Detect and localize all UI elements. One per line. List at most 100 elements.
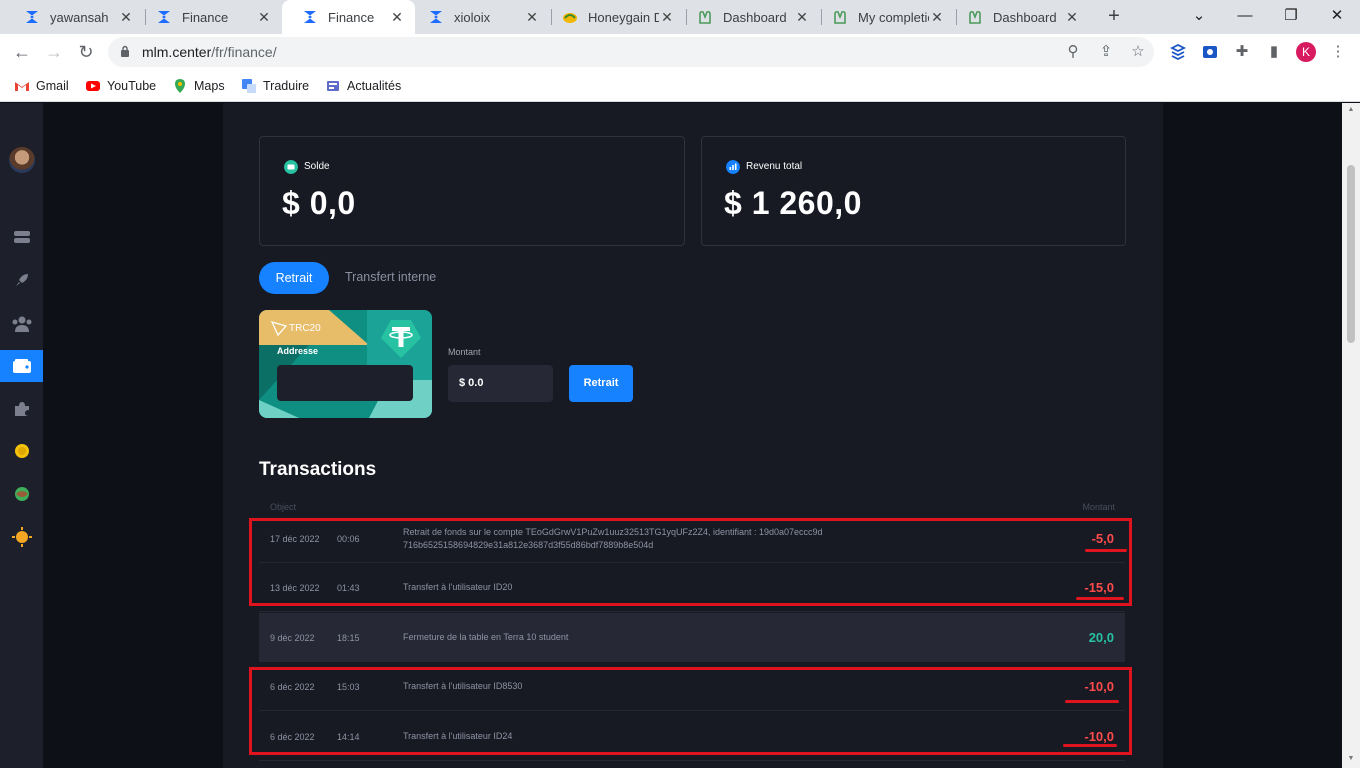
minimize-button[interactable]: —: [1222, 0, 1268, 34]
dashboard-icon: [13, 231, 30, 243]
globe-icon: [14, 487, 29, 501]
tether-icon: [381, 320, 421, 358]
zoom-icon[interactable]: ⚲: [1063, 42, 1083, 62]
profile-avatar[interactable]: K: [1296, 42, 1316, 62]
close-icon[interactable]: ✕: [794, 9, 810, 26]
balance-label: Solde: [304, 161, 330, 172]
browser-tab[interactable]: Honeygain D ✕: [542, 0, 685, 34]
reload-icon[interactable]: ↻: [74, 40, 98, 64]
close-icon[interactable]: ✕: [118, 9, 134, 26]
honeygain-icon: [563, 13, 577, 23]
tab-transfert-interne[interactable]: Transfert interne: [345, 270, 436, 284]
sidebar-item-globe[interactable]: [0, 478, 43, 510]
xiolo-x-icon: [26, 11, 38, 23]
sidebar-item-tools[interactable]: [0, 393, 43, 425]
gmail-icon: [15, 82, 29, 91]
bookmarks-bar: Gmail YouTube Maps Traduire Actualités: [0, 70, 1360, 102]
transactions-title: Transactions: [259, 459, 377, 480]
bookmark-youtube[interactable]: YouTube: [85, 77, 156, 95]
chart-badge-icon: [726, 160, 740, 174]
tron-icon: [271, 321, 287, 336]
total-revenue-value: $ 1 260,0: [724, 185, 862, 221]
extension-stack-icon[interactable]: [1168, 42, 1188, 62]
avatar[interactable]: [9, 147, 35, 173]
annotation-box: [249, 518, 1132, 606]
sidebar-item-sun[interactable]: [0, 521, 43, 553]
translate-icon: [242, 79, 256, 93]
menu-kebab-icon[interactable]: ⋮: [1328, 42, 1348, 62]
address-bar[interactable]: mlm.center/fr/finance/ ⚲ ⇪ ☆: [108, 37, 1154, 67]
tab-label: Finance: [182, 9, 229, 25]
xiolo-x-icon: [430, 11, 442, 23]
bookmark-traduire[interactable]: Traduire: [241, 77, 309, 95]
youtube-icon: [86, 81, 100, 91]
withdraw-button[interactable]: Retrait: [569, 365, 633, 402]
tab-label: Dashboard: [993, 9, 1057, 25]
bookmark-star-icon[interactable]: ☆: [1128, 42, 1148, 62]
browser-tab[interactable]: Dashboard ✕: [947, 0, 1090, 34]
sidebar: [0, 103, 43, 768]
tab-retrait[interactable]: Retrait: [259, 262, 329, 294]
address-label: Addresse: [277, 346, 319, 356]
total-revenue-label: Revenu total: [746, 161, 803, 172]
amount-input[interactable]: $ 0.0: [448, 365, 553, 402]
close-icon[interactable]: ✕: [659, 9, 675, 26]
team-icon: [12, 316, 31, 332]
screen-capture-icon[interactable]: [1200, 42, 1220, 62]
sidebar-item-finance[interactable]: [0, 350, 43, 382]
xiolo-x-icon: [158, 11, 170, 23]
new-tab-button[interactable]: +: [1102, 5, 1126, 29]
restore-button[interactable]: ❐: [1268, 0, 1314, 34]
balance-card: Solde $ 0,0: [259, 136, 685, 246]
browser-tab[interactable]: Finance ✕: [136, 0, 282, 34]
close-icon[interactable]: ✕: [256, 9, 272, 26]
bookmark-actualites[interactable]: Actualités: [325, 77, 401, 95]
plant-icon: [834, 10, 846, 24]
bookmark-maps[interactable]: Maps: [172, 77, 225, 95]
maps-icon: [175, 79, 185, 93]
page-scrollbar[interactable]: ▲ ▼: [1342, 103, 1360, 768]
share-icon[interactable]: ⇪: [1096, 42, 1116, 62]
browser-tab-active[interactable]: Finance ✕: [282, 0, 415, 34]
scroll-up-icon[interactable]: ▲: [1347, 106, 1355, 114]
tab-label: yawansah: [50, 9, 109, 25]
close-icon[interactable]: ✕: [524, 9, 540, 26]
sidebar-item-coin[interactable]: [0, 435, 43, 467]
close-icon[interactable]: ✕: [929, 9, 945, 26]
forward-icon[interactable]: →: [42, 40, 66, 64]
bookmark-gmail[interactable]: Gmail: [14, 77, 69, 95]
tab-search-icon[interactable]: ⌄: [1176, 0, 1222, 34]
browser-tab[interactable]: My completio ✕: [812, 0, 955, 34]
annotation-underline: [1065, 700, 1119, 703]
scroll-thumb[interactable]: [1347, 165, 1355, 343]
sidebar-item-launch[interactable]: [0, 264, 43, 296]
puzzle-icon: [14, 402, 29, 416]
tx-amount: 20,0: [1088, 630, 1114, 645]
tab-label: My completio: [858, 9, 929, 25]
back-icon[interactable]: ←: [10, 40, 34, 64]
tx-object: Fermeture de la table en Terra 10 studen…: [403, 632, 569, 642]
coin-icon: [14, 444, 29, 458]
browser-tab[interactable]: xioloix ✕: [408, 0, 550, 34]
browser-tab[interactable]: yawansah ✕: [4, 0, 144, 34]
browser-tab[interactable]: Dashboard ✕: [677, 0, 820, 34]
network-label: TRC20: [289, 323, 321, 334]
tx-date: 9 déc 2022: [270, 632, 315, 643]
address-input[interactable]: [277, 365, 413, 401]
scroll-down-icon[interactable]: ▼: [1347, 755, 1355, 763]
tx-time: 18:15: [337, 632, 360, 643]
browser-toolbar: ← → ↻ mlm.center/fr/finance/ ⚲ ⇪ ☆ ✚ ▮ K…: [0, 34, 1360, 70]
balance-value: $ 0,0: [282, 185, 356, 221]
sidebar-item-dashboard[interactable]: [0, 221, 43, 253]
close-icon[interactable]: ✕: [1064, 9, 1080, 26]
sun-icon: [11, 527, 32, 547]
sidebar-item-team[interactable]: [0, 308, 43, 340]
side-panel-icon[interactable]: ▮: [1264, 42, 1284, 62]
annotation-underline: [1063, 744, 1117, 747]
amount-label: Montant: [448, 347, 481, 357]
extensions-puzzle-icon[interactable]: ✚: [1232, 42, 1252, 62]
close-icon[interactable]: ✕: [389, 9, 405, 26]
xiolo-x-icon: [304, 11, 316, 23]
table-row[interactable]: 9 déc 2022 18:15 Fermeture de la table e…: [259, 613, 1125, 662]
window-close-button[interactable]: ✕: [1314, 0, 1360, 34]
